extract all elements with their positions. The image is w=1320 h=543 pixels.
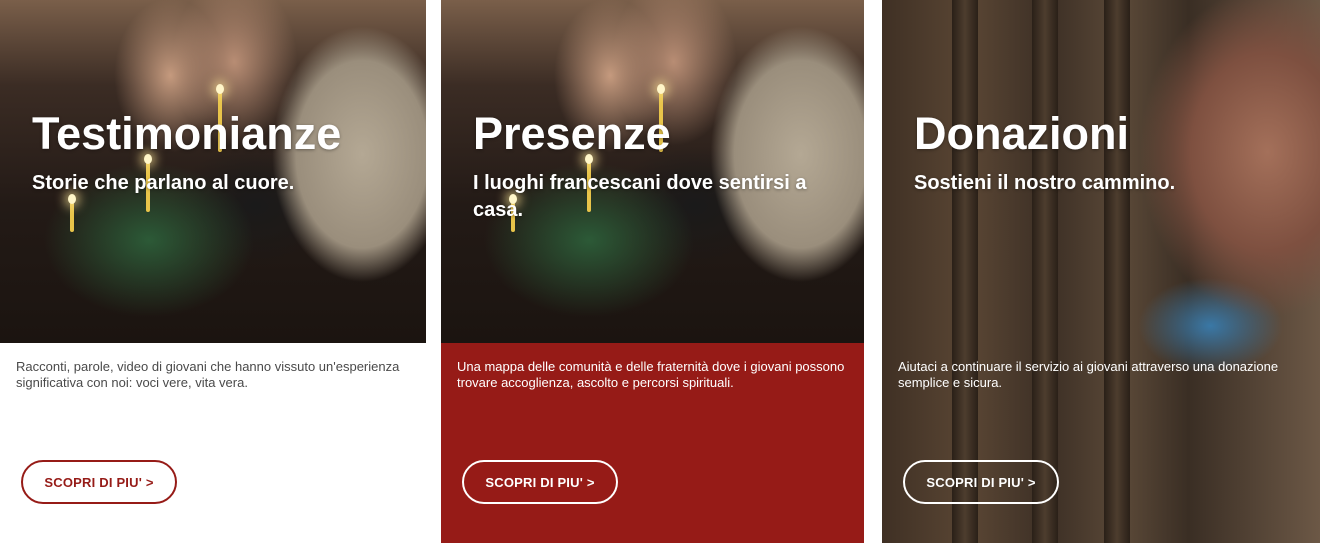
card-description: Una mappa delle comunità e delle fratern… <box>457 359 845 390</box>
card-presenze: Presenze I luoghi francescani dove senti… <box>441 0 864 543</box>
card-testimonianze: Testimonianze Storie che parlano al cuor… <box>0 0 426 543</box>
card-subtitle: Storie che parlano al cuore. <box>32 172 295 194</box>
card-subtitle: Sostieni il nostro cammino. <box>914 172 1176 194</box>
scopri-di-piu-button[interactable]: SCOPRI DI PIU' > <box>21 460 177 504</box>
scopri-di-piu-button[interactable]: SCOPRI DI PIU' > <box>903 460 1059 504</box>
card-subtitle: I luoghi francescani dove sentirsi a cas… <box>473 172 807 221</box>
card-description: Racconti, parole, video di giovani che h… <box>16 359 400 390</box>
feature-cards: Testimonianze Storie che parlano al cuor… <box>0 0 1320 543</box>
card-title: Donazioni <box>914 108 1129 159</box>
card-title: Presenze <box>473 108 671 159</box>
scopri-di-piu-button[interactable]: SCOPRI DI PIU' > <box>462 460 618 504</box>
card-donazioni: Donazioni Sostieni il nostro cammino. Ai… <box>882 0 1320 543</box>
card-title: Testimonianze <box>32 108 342 159</box>
card-description: Aiutaci a continuare il servizio ai giov… <box>898 359 1279 390</box>
